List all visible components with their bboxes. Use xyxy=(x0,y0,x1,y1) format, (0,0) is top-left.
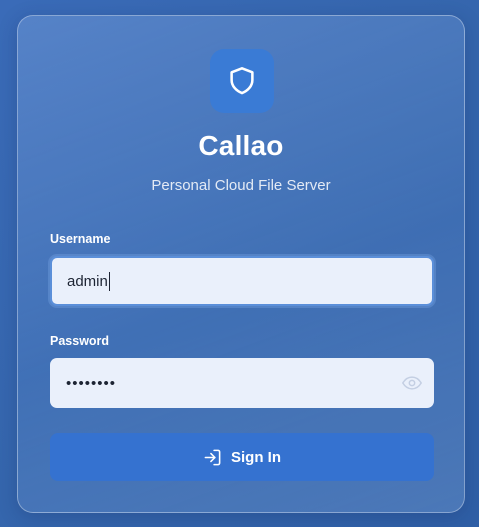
app-logo xyxy=(210,49,274,113)
password-value: •••••••• xyxy=(66,374,117,392)
text-caret xyxy=(108,271,110,291)
login-card: Callao Personal Cloud File Server Userna… xyxy=(17,15,465,513)
password-input[interactable]: •••••••• xyxy=(50,358,434,408)
username-label: Username xyxy=(50,232,111,246)
app-subtitle: Personal Cloud File Server xyxy=(151,177,331,194)
eye-icon xyxy=(402,376,422,390)
shield-icon xyxy=(230,67,254,95)
username-input[interactable]: admin xyxy=(50,256,434,306)
username-value: admin xyxy=(67,272,108,290)
sign-in-button[interactable]: Sign In xyxy=(50,433,434,481)
sign-in-icon xyxy=(204,449,221,465)
password-visibility-toggle[interactable] xyxy=(402,373,422,393)
sign-in-label: Sign In xyxy=(231,448,281,466)
password-label: Password xyxy=(50,334,110,348)
app-title: Callao xyxy=(198,130,284,161)
